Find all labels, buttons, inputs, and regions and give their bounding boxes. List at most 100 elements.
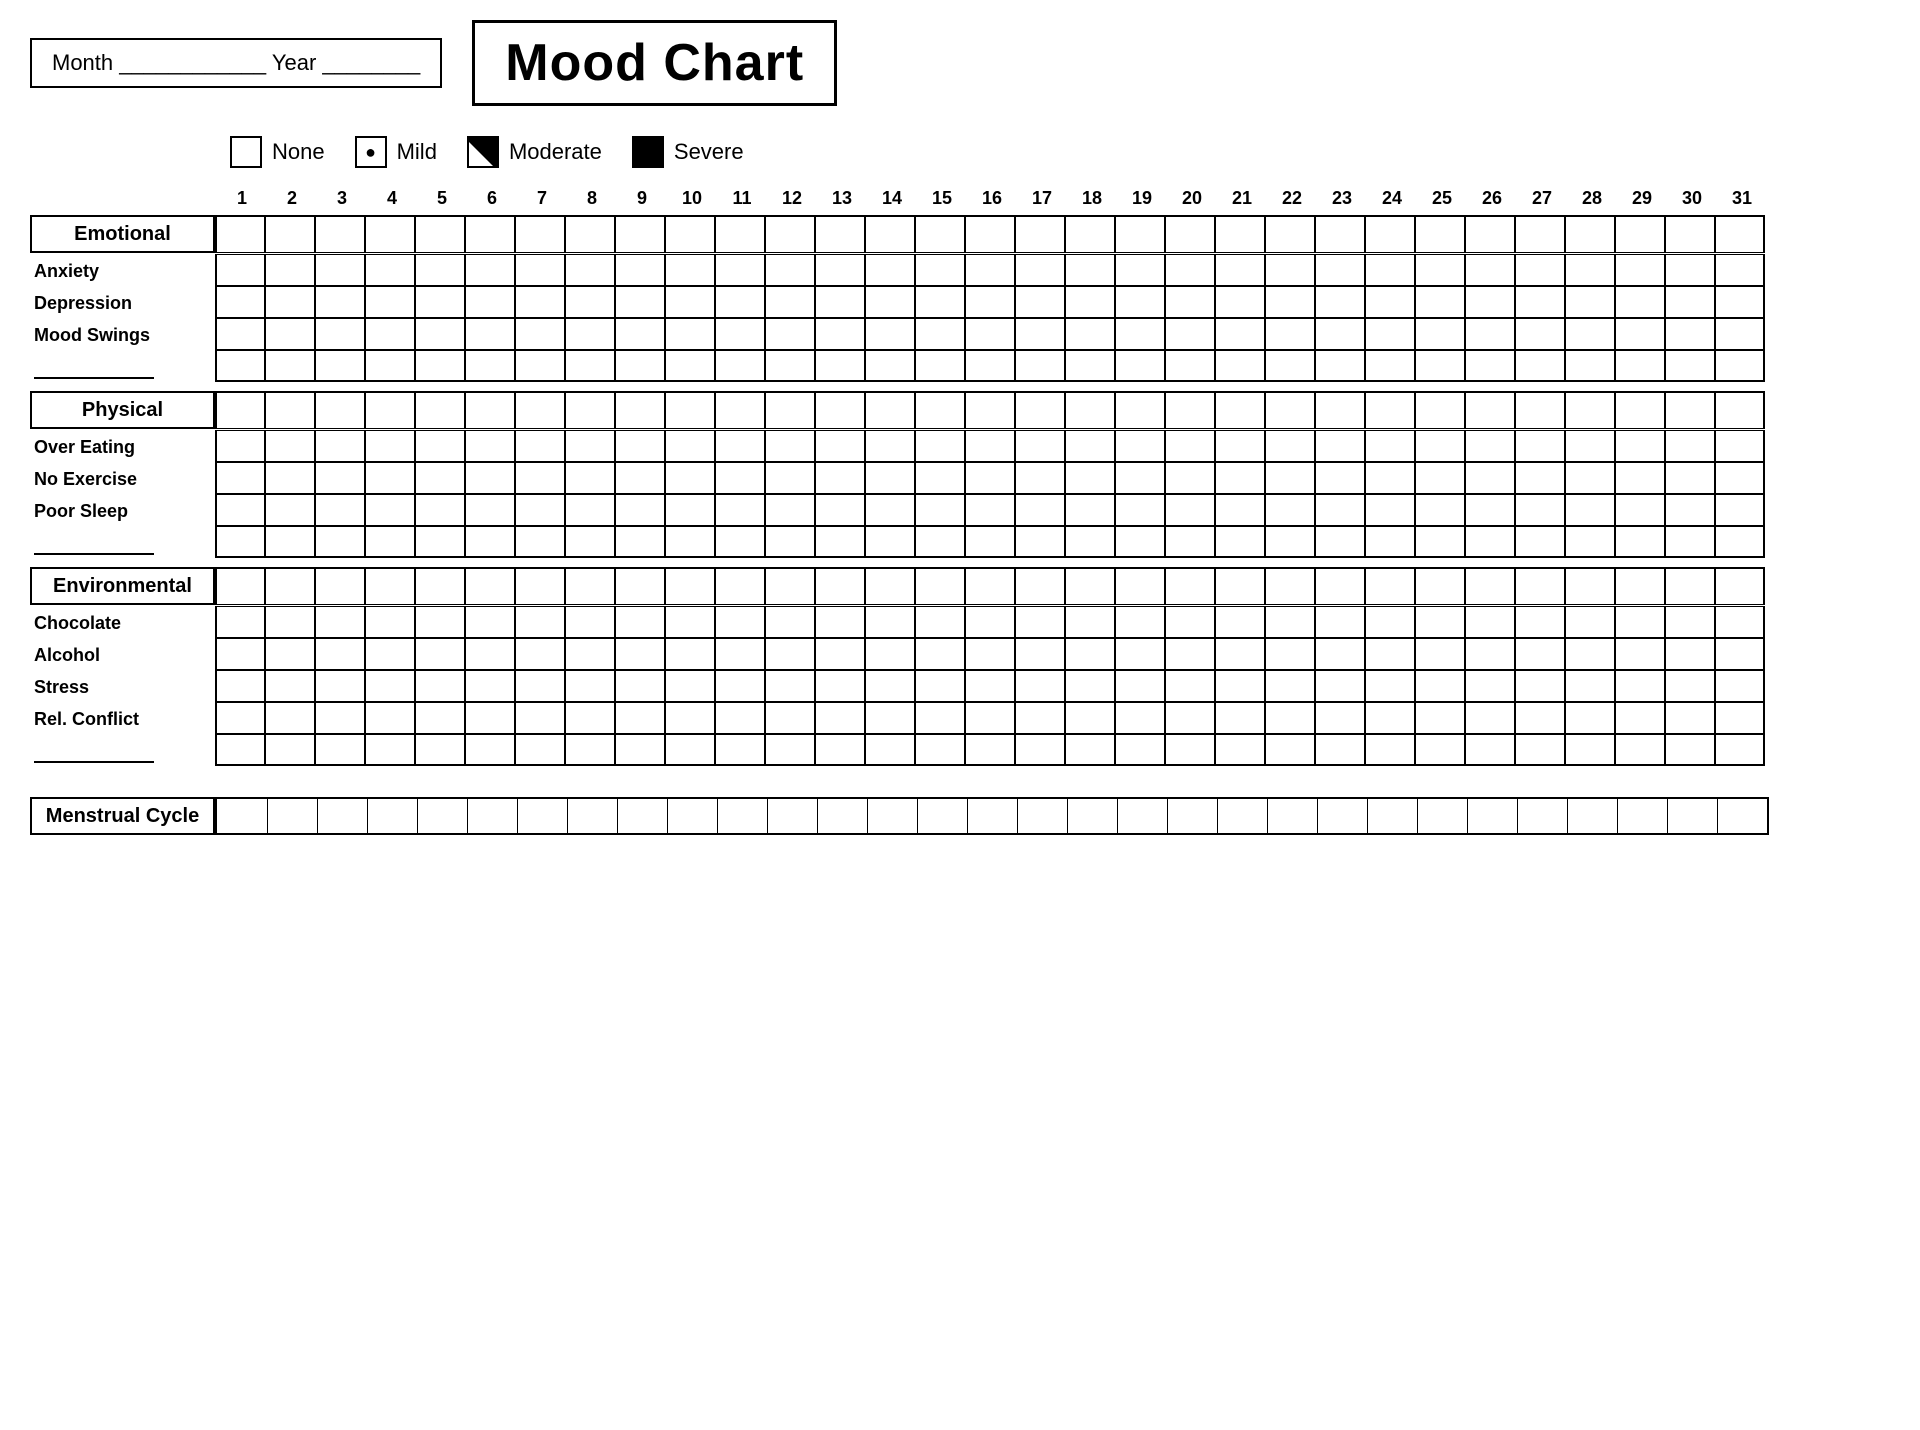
cell-d28[interactable] — [1565, 670, 1615, 702]
cell-d26[interactable] — [1465, 350, 1515, 382]
cell-d17[interactable] — [1015, 606, 1065, 638]
cell-d6[interactable] — [465, 638, 515, 670]
cell-d27[interactable] — [1515, 462, 1565, 494]
cell-d12[interactable] — [765, 638, 815, 670]
cell-d12[interactable] — [765, 526, 815, 558]
cell-d14[interactable] — [865, 606, 915, 638]
cell-d2[interactable] — [265, 606, 315, 638]
cell-d2[interactable] — [265, 526, 315, 558]
grid-row-blank[interactable] — [215, 735, 1765, 767]
cell-d22[interactable] — [1265, 286, 1315, 318]
cell-d26[interactable] — [1465, 254, 1515, 286]
cell-d10[interactable] — [665, 734, 715, 766]
cell-d24[interactable] — [1365, 254, 1415, 286]
cell-d23[interactable] — [1315, 526, 1365, 558]
cell-d17[interactable] — [1015, 734, 1065, 766]
cell-d14[interactable] — [865, 462, 915, 494]
cell-d18[interactable] — [1065, 702, 1115, 734]
cell-d2[interactable] — [265, 350, 315, 382]
cell-d24[interactable] — [1365, 638, 1415, 670]
cell-d4[interactable] — [365, 430, 415, 462]
cell-d17[interactable] — [1015, 318, 1065, 350]
cell-d13[interactable] — [815, 638, 865, 670]
cell-d19[interactable] — [1115, 391, 1165, 429]
cell-d1[interactable] — [215, 462, 265, 494]
cell-d31[interactable] — [1715, 462, 1765, 494]
cell-d20[interactable] — [1165, 567, 1215, 605]
menstrual-cell-d13[interactable] — [817, 799, 867, 833]
cell-d16[interactable] — [965, 254, 1015, 286]
cell-d10[interactable] — [665, 286, 715, 318]
cell-d12[interactable] — [765, 702, 815, 734]
cell-d9[interactable] — [615, 670, 665, 702]
cell-d20[interactable] — [1165, 526, 1215, 558]
cell-d14[interactable] — [865, 286, 915, 318]
cell-d13[interactable] — [815, 254, 865, 286]
cell-d31[interactable] — [1715, 318, 1765, 350]
cell-d20[interactable] — [1165, 318, 1215, 350]
cell-d4[interactable] — [365, 318, 415, 350]
cell-d5[interactable] — [415, 638, 465, 670]
menstrual-cell-d19[interactable] — [1117, 799, 1167, 833]
cell-d18[interactable] — [1065, 670, 1115, 702]
cell-d4[interactable] — [365, 462, 415, 494]
cell-d31[interactable] — [1715, 430, 1765, 462]
cell-d31[interactable] — [1715, 606, 1765, 638]
cell-d26[interactable] — [1465, 391, 1515, 429]
cell-d14[interactable] — [865, 254, 915, 286]
cell-d27[interactable] — [1515, 215, 1565, 253]
cell-d21[interactable] — [1215, 734, 1265, 766]
cell-d23[interactable] — [1315, 494, 1365, 526]
cell-d22[interactable] — [1265, 391, 1315, 429]
cell-d8[interactable] — [565, 350, 615, 382]
cell-d20[interactable] — [1165, 462, 1215, 494]
cell-d13[interactable] — [815, 391, 865, 429]
cell-d11[interactable] — [715, 350, 765, 382]
cell-d9[interactable] — [615, 606, 665, 638]
cell-d11[interactable] — [715, 606, 765, 638]
cell-d20[interactable] — [1165, 494, 1215, 526]
cell-d1[interactable] — [215, 318, 265, 350]
cell-d14[interactable] — [865, 494, 915, 526]
cell-d27[interactable] — [1515, 734, 1565, 766]
cell-d24[interactable] — [1365, 526, 1415, 558]
cell-d15[interactable] — [915, 526, 965, 558]
cell-d27[interactable] — [1515, 702, 1565, 734]
cell-d26[interactable] — [1465, 318, 1515, 350]
cell-d22[interactable] — [1265, 254, 1315, 286]
cell-d29[interactable] — [1615, 734, 1665, 766]
cell-d4[interactable] — [365, 567, 415, 605]
cell-d29[interactable] — [1615, 430, 1665, 462]
cell-d7[interactable] — [515, 494, 565, 526]
cell-d31[interactable] — [1715, 638, 1765, 670]
cell-d24[interactable] — [1365, 391, 1415, 429]
cell-d28[interactable] — [1565, 286, 1615, 318]
cell-d6[interactable] — [465, 462, 515, 494]
cell-d18[interactable] — [1065, 215, 1115, 253]
cell-d14[interactable] — [865, 734, 915, 766]
cell-d13[interactable] — [815, 318, 865, 350]
cell-d17[interactable] — [1015, 215, 1065, 253]
cell-d13[interactable] — [815, 462, 865, 494]
cell-d17[interactable] — [1015, 254, 1065, 286]
cell-d10[interactable] — [665, 670, 715, 702]
grid-row-stress[interactable] — [215, 671, 1765, 703]
cell-d6[interactable] — [465, 526, 515, 558]
cell-d16[interactable] — [965, 702, 1015, 734]
cell-d10[interactable] — [665, 215, 715, 253]
cell-d8[interactable] — [565, 430, 615, 462]
cell-d9[interactable] — [615, 734, 665, 766]
cell-d18[interactable] — [1065, 638, 1115, 670]
cell-d1[interactable] — [215, 430, 265, 462]
cell-d22[interactable] — [1265, 430, 1315, 462]
cell-d10[interactable] — [665, 526, 715, 558]
cell-d26[interactable] — [1465, 494, 1515, 526]
cell-d5[interactable] — [415, 254, 465, 286]
cell-d7[interactable] — [515, 254, 565, 286]
cell-d23[interactable] — [1315, 350, 1365, 382]
cell-d10[interactable] — [665, 606, 715, 638]
cell-d6[interactable] — [465, 606, 515, 638]
cell-d3[interactable] — [315, 702, 365, 734]
cell-d20[interactable] — [1165, 638, 1215, 670]
cell-d20[interactable] — [1165, 670, 1215, 702]
